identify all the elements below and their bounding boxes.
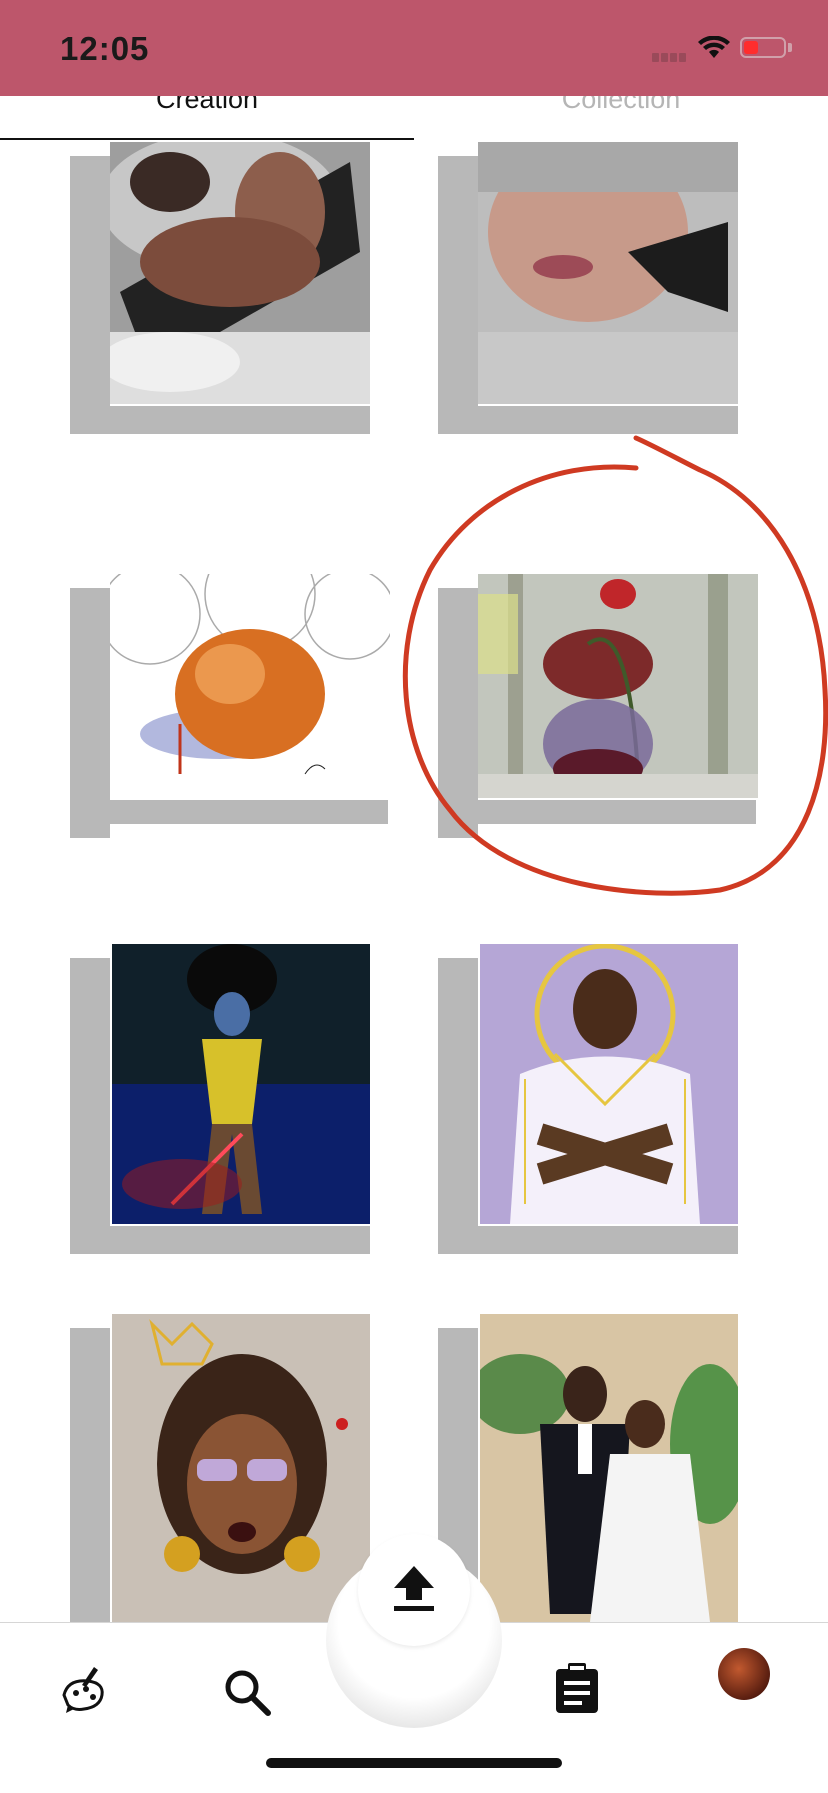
artwork-image [480, 944, 738, 1224]
artwork-image [478, 574, 758, 798]
battery-cap [788, 43, 792, 52]
artwork-card[interactable] [70, 1314, 380, 1622]
artwork-card-highlighted[interactable] [438, 574, 758, 966]
artwork-image [480, 1314, 738, 1622]
upload-button[interactable] [358, 1534, 470, 1646]
artwork-card[interactable] [70, 574, 390, 966]
artwork-image [110, 142, 370, 404]
status-time: 12:05 [60, 30, 150, 67]
profile-avatar[interactable] [718, 1648, 770, 1700]
artwork-card[interactable] [438, 944, 748, 1254]
battery-icon [740, 37, 786, 58]
artwork-card[interactable] [70, 944, 380, 1254]
artwork-card[interactable] [438, 1314, 748, 1622]
artwork-card[interactable] [70, 142, 380, 434]
artwork-image [110, 574, 390, 798]
artwork-card[interactable] [438, 142, 748, 434]
artwork-image [112, 944, 370, 1224]
artwork-image [112, 1314, 370, 1622]
home-indicator [266, 1758, 562, 1768]
wifi-icon [698, 36, 730, 58]
artwork-image [478, 142, 738, 404]
cellular-signal-icon [652, 49, 690, 62]
artwork-grid [0, 142, 828, 1622]
search-icon[interactable] [222, 1667, 272, 1717]
status-bar: 12:05 [0, 0, 828, 96]
palette-icon[interactable] [58, 1665, 108, 1715]
upload-icon [394, 1566, 434, 1611]
clipboard-icon[interactable] [554, 1663, 600, 1715]
